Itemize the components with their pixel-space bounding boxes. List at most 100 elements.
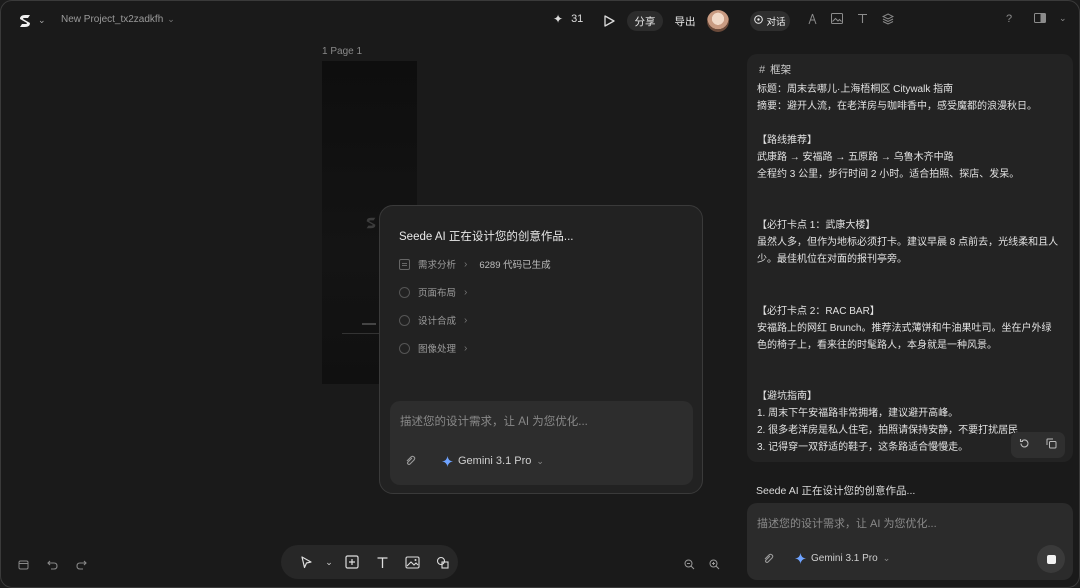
message-line: 标题：周末去哪儿·上海梧桐区 Citywalk 指南 bbox=[757, 84, 954, 95]
chat-bubble-icon bbox=[754, 15, 764, 27]
prompt-placeholder: 描述您的设计需求，让 AI 为您优化... bbox=[400, 416, 588, 428]
chevron-right-icon: › bbox=[464, 314, 468, 326]
sparkle-icon: ✦ bbox=[553, 12, 564, 26]
zoom-controls bbox=[684, 559, 720, 573]
attachment-icon[interactable] bbox=[404, 455, 416, 470]
gemini-icon bbox=[795, 553, 806, 564]
chevron-down-icon: ⌄ bbox=[882, 553, 891, 563]
message-line: 武康路 → 安福路 → 五原路 → 乌鲁木齐中路 bbox=[757, 152, 954, 163]
step-design-synthesis[interactable]: 设计合成 › bbox=[399, 313, 467, 327]
image-panel-icon[interactable] bbox=[831, 13, 843, 27]
layers-icon[interactable] bbox=[881, 13, 895, 28]
chevron-down-icon: ⌄ bbox=[536, 455, 544, 466]
pending-circle-icon bbox=[399, 314, 410, 326]
step-label: 页面布局 bbox=[418, 288, 457, 299]
pending-circle-icon bbox=[399, 342, 410, 354]
chat-message-panel: # 框架 标题：周末去哪儿·上海梧桐区 Citywalk 指南 摘要：避开人流，… bbox=[747, 54, 1073, 462]
zoom-out-icon[interactable] bbox=[684, 559, 695, 573]
layers-panel-icon[interactable] bbox=[18, 559, 29, 573]
play-icon bbox=[604, 15, 615, 27]
right-panel-header: 对话 ? ⌄ bbox=[741, 1, 1079, 41]
attachment-icon[interactable] bbox=[762, 553, 774, 568]
message-line: 安福路上的网红 Brunch。推荐法式薄饼和牛油果吐司。坐在户外绿 bbox=[757, 323, 1052, 334]
text-tool-icon[interactable] bbox=[367, 550, 397, 574]
design-prompt-input[interactable]: 描述您的设计需求，让 AI 为您优化... Gemini 3.1 Pro ⌄ bbox=[390, 401, 693, 485]
share-button[interactable]: 分享 bbox=[627, 11, 663, 31]
gemini-icon bbox=[442, 455, 453, 467]
step-label: 设计合成 bbox=[418, 316, 457, 327]
seede-logo-icon[interactable] bbox=[17, 13, 33, 29]
help-icon[interactable]: ? bbox=[1006, 13, 1012, 25]
add-frame-tool-icon[interactable] bbox=[337, 550, 367, 574]
message-line: 【避坑指南】 bbox=[757, 391, 817, 402]
chevron-right-icon: › bbox=[464, 286, 468, 298]
stop-generation-button[interactable] bbox=[1037, 545, 1065, 573]
message-line: 3. 记得穿一双舒适的鞋子，这条路适合慢慢走。 bbox=[757, 442, 969, 453]
pending-circle-icon bbox=[399, 286, 410, 298]
message-line: 【必打卡点 1：武康大楼】 bbox=[757, 220, 876, 231]
undo-icon[interactable] bbox=[47, 559, 58, 573]
chat-input-placeholder: 描述您的设计需求，让 AI 为您优化... bbox=[757, 518, 937, 530]
model-name: Gemini 3.1 Pro bbox=[811, 553, 878, 564]
project-name: New Project_tx2zadkfh bbox=[61, 14, 164, 25]
panel-toggle-icon[interactable] bbox=[1034, 13, 1046, 26]
message-line: 1. 周末下午安福路非常拥堵，建议避开高峰。 bbox=[757, 408, 959, 419]
redo-icon[interactable] bbox=[76, 559, 87, 573]
chevron-down-icon: ⌄ bbox=[167, 14, 175, 24]
text-panel-icon[interactable] bbox=[857, 13, 868, 27]
export-button[interactable]: 导出 bbox=[668, 11, 702, 31]
message-line: 少。最佳机位在对面的报刊亭旁。 bbox=[757, 254, 907, 265]
top-bar: ⌄ New Project_tx2zadkfh ⌄ ✦ 31 分享 导出 bbox=[1, 1, 741, 41]
chevron-right-icon: › bbox=[464, 342, 468, 354]
message-line: 2. 很多老洋房是私人住宅，拍照请保持安静，不要打扰居民 bbox=[757, 425, 1019, 436]
step-label: 需求分析 bbox=[418, 260, 457, 271]
image-tool-icon[interactable] bbox=[397, 550, 427, 574]
pen-tool-icon[interactable] bbox=[807, 13, 818, 28]
step-label: 图像处理 bbox=[418, 344, 457, 355]
preview-play-button[interactable] bbox=[599, 11, 619, 31]
step-image-processing[interactable]: 图像处理 › bbox=[399, 341, 467, 355]
message-line: 【路线推荐】 bbox=[757, 135, 817, 146]
frame-grid-icon: # bbox=[759, 63, 766, 76]
chevron-right-icon: › bbox=[464, 258, 468, 270]
page-label: 1 Page 1 bbox=[322, 46, 363, 57]
step-page-layout[interactable]: 页面布局 › bbox=[399, 285, 467, 299]
frame-label: 框架 bbox=[770, 64, 792, 76]
chevron-down-icon[interactable]: ⌄ bbox=[321, 550, 337, 574]
message-actions bbox=[1011, 432, 1065, 458]
frame-chip[interactable]: # 框架 bbox=[759, 62, 791, 77]
retry-icon[interactable] bbox=[1019, 438, 1030, 452]
canvas-toolbar: ⌄ bbox=[281, 545, 458, 579]
message-line: 摘要：避开人流，在老洋房与咖啡香中，感受魔都的浪漫秋日。 bbox=[757, 101, 1037, 112]
artboard-text-line bbox=[362, 323, 376, 325]
step-requirement-analysis[interactable]: 需求分析 › 6289 代码已生成 bbox=[399, 257, 551, 271]
document-icon bbox=[399, 258, 410, 270]
ai-progress-card: Seede AI 正在设计您的创意作品... 需求分析 › 6289 代码已生成… bbox=[379, 205, 703, 494]
select-tool-icon[interactable] bbox=[291, 550, 321, 574]
model-selector[interactable]: Gemini 3.1 Pro ⌄ bbox=[442, 455, 544, 467]
tab-chat-label: 对话 bbox=[766, 17, 786, 28]
step-detail: 6289 代码已生成 bbox=[479, 260, 551, 271]
avatar[interactable] bbox=[707, 10, 729, 32]
chevron-down-icon[interactable]: ⌄ bbox=[1059, 13, 1067, 24]
message-line: 虽然人多，但作为地标必须打卡。建议早晨 8 点前去，光线柔和且人 bbox=[757, 237, 1059, 248]
zoom-in-icon[interactable] bbox=[709, 559, 720, 573]
stop-icon bbox=[1046, 554, 1056, 564]
model-selector[interactable]: Gemini 3.1 Pro ⌄ bbox=[795, 553, 890, 564]
project-name-dropdown[interactable]: New Project_tx2zadkfh ⌄ bbox=[61, 14, 175, 25]
credits-counter[interactable]: ✦ 31 bbox=[553, 12, 583, 26]
message-line: 全程约 3 公里，步行时间 2 小时。适合拍照、探店、发呆。 bbox=[757, 169, 1020, 180]
credits-count: 31 bbox=[571, 13, 584, 25]
chevron-down-icon[interactable]: ⌄ bbox=[38, 15, 46, 26]
ai-status-text: Seede AI 正在设计您的创意作品... bbox=[756, 485, 916, 497]
model-name: Gemini 3.1 Pro bbox=[458, 455, 532, 467]
copy-icon[interactable] bbox=[1046, 438, 1057, 452]
chat-input[interactable]: 描述您的设计需求，让 AI 为您优化... Gemini 3.1 Pro ⌄ bbox=[747, 503, 1073, 580]
seede-logo-icon bbox=[366, 217, 376, 229]
history-controls bbox=[18, 559, 87, 573]
app-window: ⌄ New Project_tx2zadkfh ⌄ ✦ 31 分享 导出 1 P… bbox=[0, 0, 1080, 588]
message-line: 【必打卡点 2：RAC BAR】 bbox=[757, 306, 880, 317]
shapes-tool-icon[interactable] bbox=[427, 550, 457, 574]
ai-card-title: Seede AI 正在设计您的创意作品... bbox=[399, 231, 574, 243]
tab-chat[interactable]: 对话 bbox=[750, 11, 790, 31]
